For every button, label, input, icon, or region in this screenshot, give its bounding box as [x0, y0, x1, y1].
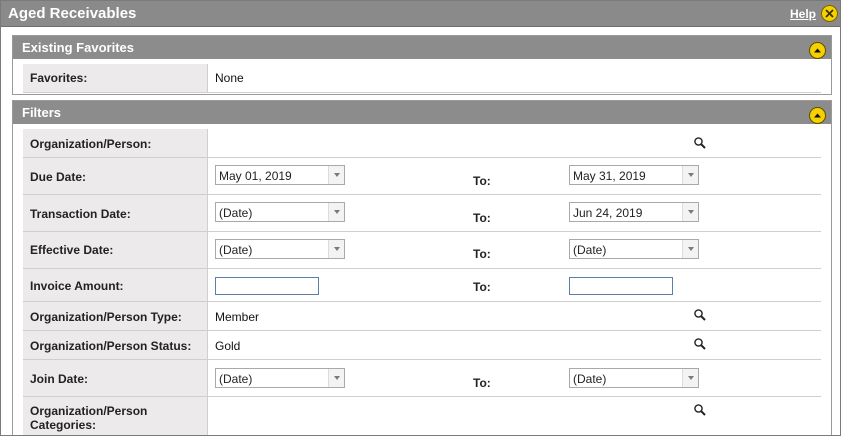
join-date-label: Join Date:: [30, 372, 89, 386]
chevron-down-icon: [682, 369, 698, 387]
invoice-amount-from-input[interactable]: [215, 277, 319, 295]
org-person-status-value: Gold: [215, 339, 241, 353]
filters-title: Filters: [22, 105, 62, 120]
org-person-label: Organization/Person:: [30, 137, 152, 151]
close-icon[interactable]: [821, 5, 838, 22]
filters-collapse-icon[interactable]: [809, 107, 826, 124]
org-person-status-row: Organization/Person Status: Gold: [23, 331, 821, 360]
transaction-date-to-select[interactable]: Jun 24, 2019: [569, 202, 699, 222]
due-date-from-select[interactable]: May 01, 2019: [215, 165, 345, 185]
org-person-lookup-icon[interactable]: [693, 136, 707, 150]
org-person-categories-label-line1: Organization/Person: [30, 404, 148, 418]
filters-section: Filters Organization/Person: Due Date: M…: [12, 100, 832, 435]
effective-date-from-select[interactable]: (Date): [215, 239, 345, 259]
favorites-value: None: [215, 71, 244, 85]
join-date-row: Join Date: (Date) To: (Date): [23, 360, 821, 397]
join-date-to-label: To:: [473, 376, 491, 390]
org-person-status-lookup-icon[interactable]: [693, 337, 707, 351]
org-person-categories-row: Organization/Person Categories:: [23, 397, 821, 435]
due-date-row: Due Date: May 01, 2019 To: May 31, 2019: [23, 158, 821, 195]
invoice-amount-to-input[interactable]: [569, 277, 673, 295]
org-person-status-label: Organization/Person Status:: [30, 339, 192, 353]
favorites-title: Existing Favorites: [22, 40, 134, 55]
window: Aged Receivables Help Existing Favorites…: [0, 0, 841, 436]
chevron-down-icon: [328, 166, 344, 184]
due-date-to-label: To:: [473, 174, 491, 188]
favorites-row: Favorites: None: [23, 64, 821, 93]
org-person-categories-label-line2: Categories:: [30, 418, 97, 432]
org-person-categories-lookup-icon[interactable]: [693, 403, 707, 417]
invoice-amount-label: Invoice Amount:: [30, 279, 124, 293]
org-person-type-label: Organization/Person Type:: [30, 310, 182, 324]
effective-date-label: Effective Date:: [30, 243, 114, 257]
filters-header: Filters: [13, 101, 831, 124]
effective-date-to-label: To:: [473, 247, 491, 261]
join-date-from-select[interactable]: (Date): [215, 368, 345, 388]
invoice-amount-row: Invoice Amount: To:: [23, 269, 821, 302]
org-person-type-row: Organization/Person Type: Member: [23, 302, 821, 331]
transaction-date-to-label: To:: [473, 211, 491, 225]
favorites-collapse-icon[interactable]: [809, 42, 826, 59]
favorites-header: Existing Favorites: [13, 36, 831, 59]
org-person-type-lookup-icon[interactable]: [693, 308, 707, 322]
favorites-label-cell: Favorites:: [23, 64, 208, 92]
due-date-to-select[interactable]: May 31, 2019: [569, 165, 699, 185]
help-link[interactable]: Help: [790, 7, 816, 21]
chevron-down-icon: [682, 203, 698, 221]
transaction-date-row: Transaction Date: (Date) To: Jun 24, 201…: [23, 195, 821, 232]
org-person-type-value: Member: [215, 310, 260, 324]
effective-date-to-select[interactable]: (Date): [569, 239, 699, 259]
org-person-row: Organization/Person:: [23, 129, 821, 158]
due-date-label: Due Date:: [30, 170, 87, 184]
favorites-label: Favorites:: [30, 71, 88, 85]
effective-date-row: Effective Date: (Date) To: (Date): [23, 232, 821, 269]
chevron-down-icon: [328, 240, 344, 258]
title-bar: Aged Receivables Help: [1, 1, 840, 27]
window-title: Aged Receivables: [8, 5, 137, 22]
chevron-down-icon: [682, 240, 698, 258]
favorites-section: Existing Favorites Favorites: None: [12, 35, 832, 95]
chevron-down-icon: [328, 203, 344, 221]
join-date-to-select[interactable]: (Date): [569, 368, 699, 388]
chevron-down-icon: [328, 369, 344, 387]
transaction-date-from-select[interactable]: (Date): [215, 202, 345, 222]
transaction-date-label: Transaction Date:: [30, 207, 131, 221]
chevron-down-icon: [682, 166, 698, 184]
invoice-amount-to-label: To:: [473, 280, 491, 294]
